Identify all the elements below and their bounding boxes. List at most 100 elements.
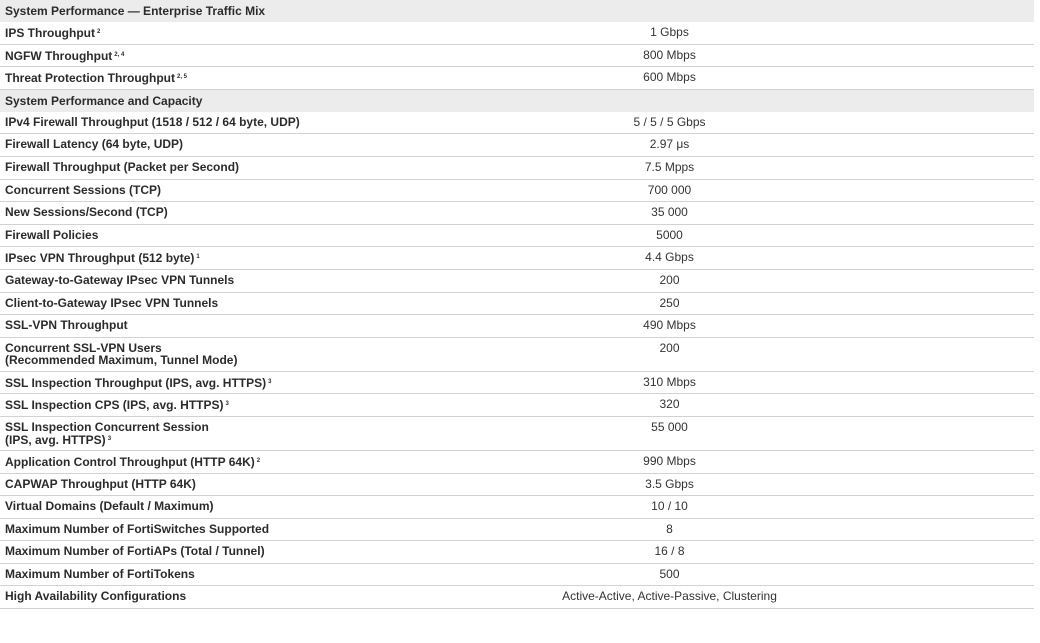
spec-table: System Performance — Enterprise Traffic … (0, 0, 1034, 610)
spec-row: Firewall Latency (64 byte, UDP) 2.97 μs (0, 134, 1034, 157)
spec-label: Threat Protection Throughput 2, 5 (0, 67, 305, 89)
footnote-marker: 1 (196, 254, 200, 261)
spec-label-text: Virtual Domains (Default / Maximum) (5, 499, 214, 514)
spec-value: 320 (659, 397, 680, 412)
spec-value: 490 Mbps (643, 318, 696, 333)
spec-row: Gateway-to-Gateway IPsec VPN Tunnels 200 (0, 270, 1034, 293)
spec-row: SSL Inspection Throughput (IPS, avg. HTT… (0, 372, 1034, 395)
spec-value: 8 (666, 521, 673, 536)
spec-value: 10 / 10 (651, 499, 688, 514)
spec-label-text: IPS Throughput (5, 26, 95, 40)
spec-value: 4.4 Gbps (645, 250, 694, 265)
spec-value: 500 (659, 566, 680, 581)
footnote-marker: 3 (107, 435, 112, 442)
spec-row: SSL Inspection Concurrent Session (IPS, a… (0, 417, 1034, 451)
spec-label-text-line2: (Recommended Maximum, Tunnel Mode) (5, 352, 238, 367)
spec-label: NGFW Throughput 2, 4 (0, 45, 305, 67)
spec-label: Application Control Throughput (HTTP 64K… (0, 451, 305, 473)
spec-label: Maximum Number of FortiTokens (0, 564, 305, 586)
spec-label-text: Gateway-to-Gateway IPsec VPN Tunnels (5, 272, 235, 287)
spec-label: Maximum Number of FortiSwitches Supporte… (0, 519, 305, 541)
spec-value: 2.97 μs (649, 137, 690, 152)
spec-row: Maximum Number of FortiTokens 500 (0, 564, 1034, 587)
spec-label: SSL Inspection CPS (IPS, avg. HTTPS) 3 (0, 394, 305, 416)
spec-label-text: SSL Inspection Concurrent Session (5, 419, 209, 434)
spec-row: New Sessions/Second (TCP) 35 000 (0, 202, 1034, 225)
spec-value: 55 000 (651, 419, 688, 434)
spec-label: High Availability Configurations (0, 586, 305, 608)
spec-value: 3.5 Gbps (645, 476, 694, 491)
spec-value: 700 000 (647, 182, 692, 197)
spec-row: Firewall Throughput (Packet per Second) 7… (0, 157, 1034, 180)
spec-label: New Sessions/Second (TCP) (0, 202, 305, 224)
spec-label-text: SSL Inspection Throughput (IPS, avg. HTT… (5, 375, 267, 390)
spec-label: Concurrent SSL-VPN Users (Recommended Max… (0, 338, 305, 371)
spec-row: Maximum Number of FortiSwitches Supporte… (0, 519, 1034, 542)
spec-label-text: Concurrent Sessions (TCP) (5, 182, 162, 197)
footnote-marker: 2 (96, 29, 101, 35)
spec-label-text: Application Control Throughput (HTTP 64K… (5, 454, 255, 469)
spec-label-text: Firewall Policies (5, 227, 99, 242)
spec-label-text-line2: (IPS, avg. HTTPS) (5, 432, 106, 447)
footnote-marker: 2, 4 (114, 51, 125, 58)
spec-value: 250 (659, 295, 680, 310)
spec-label: IPv4 Firewall Throughput (1518 / 512 / 6… (0, 112, 305, 134)
spec-row: Virtual Domains (Default / Maximum) 10 / … (0, 496, 1034, 519)
section-header: System Performance — Enterprise Traffic … (0, 0, 1034, 22)
spec-value: 200 (659, 272, 680, 287)
spec-row: IPS Throughput 2 1 Gbps (0, 22, 1034, 45)
spec-value: 200 (659, 340, 680, 355)
footnote-marker: 2 (256, 457, 261, 464)
spec-row: IPsec VPN Throughput (512 byte) 1 4.4 Gbps (0, 247, 1034, 270)
spec-label: Firewall Policies (0, 225, 305, 247)
spec-label: Gateway-to-Gateway IPsec VPN Tunnels (0, 270, 305, 292)
spec-value: 1 Gbps (650, 25, 689, 39)
spec-value: 35 000 (651, 205, 688, 220)
spec-label-text: IPv4 Firewall Throughput (1518 / 512 / 6… (5, 114, 300, 129)
spec-row: Client-to-Gateway IPsec VPN Tunnels 250 (0, 293, 1034, 316)
spec-label: SSL-VPN Throughput (0, 315, 305, 337)
spec-label: Firewall Latency (64 byte, UDP) (0, 134, 305, 156)
spec-label: IPS Throughput 2 (0, 22, 305, 44)
spec-label-text: SSL Inspection CPS (IPS, avg. HTTPS) (5, 398, 224, 413)
footnote-marker: 3 (268, 378, 272, 385)
spec-label: Maximum Number of FortiAPs (Total / Tunn… (0, 541, 305, 563)
spec-label: SSL Inspection Concurrent Session (IPS, a… (0, 417, 305, 450)
spec-row: SSL-VPN Throughput 490 Mbps (0, 315, 1034, 338)
footnote-marker: 2, 5 (177, 74, 188, 81)
spec-label-text: New Sessions/Second (TCP) (5, 205, 168, 220)
spec-label-text: Firewall Latency (64 byte, UDP) (5, 137, 184, 152)
spec-label-text: SSL-VPN Throughput (5, 318, 128, 333)
spec-label: Concurrent Sessions (TCP) (0, 180, 305, 202)
spec-label-text: Maximum Number of FortiTokens (5, 566, 195, 581)
spec-value: 7.5 Mpps (644, 159, 695, 174)
spec-row: Application Control Throughput (HTTP 64K… (0, 451, 1034, 474)
spec-label: Virtual Domains (Default / Maximum) (0, 496, 305, 518)
spec-label-text: High Availability Configurations (5, 589, 187, 604)
spec-row: Maximum Number of FortiAPs (Total / Tunn… (0, 541, 1034, 564)
spec-label-text: Firewall Throughput (Packet per Second) (5, 159, 240, 174)
spec-value: 800 Mbps (643, 47, 696, 62)
spec-label-text: IPsec VPN Throughput (512 byte) (5, 251, 195, 266)
spec-row: Firewall Policies 5000 (0, 225, 1034, 248)
spec-label-text: Maximum Number of FortiAPs (Total / Tunn… (5, 544, 265, 559)
spec-label: IPsec VPN Throughput (512 byte) 1 (0, 247, 305, 269)
spec-label: CAPWAP Throughput (HTTP 64K) (0, 474, 305, 496)
footnote-marker: 3 (225, 401, 229, 408)
section-header: System Performance and Capacity (0, 89, 1034, 112)
spec-row: Threat Protection Throughput 2, 5 600 Mbps (0, 67, 1034, 90)
spec-label-text: Threat Protection Throughput (5, 71, 175, 86)
spec-value: 990 Mbps (643, 453, 696, 468)
spec-row: SSL Inspection CPS (IPS, avg. HTTPS) 3 320 (0, 394, 1034, 417)
spec-label-text: Client-to-Gateway IPsec VPN Tunnels (5, 295, 219, 310)
spec-value: 5000 (656, 227, 683, 242)
spec-value: 16 / 8 (654, 544, 685, 559)
spec-value: 5 / 5 / 5 Gbps (633, 114, 706, 129)
spec-row: IPv4 Firewall Throughput (1518 / 512 / 6… (0, 112, 1034, 135)
spec-label: Client-to-Gateway IPsec VPN Tunnels (0, 293, 305, 315)
spec-row: High Availability Configurations Active-A… (0, 586, 1034, 610)
spec-row: Concurrent Sessions (TCP) 700 000 (0, 180, 1034, 203)
spec-label-text: Maximum Number of FortiSwitches Supporte… (5, 521, 270, 536)
spec-label-text: NGFW Throughput (5, 48, 113, 63)
spec-label-text: CAPWAP Throughput (HTTP 64K) (5, 476, 196, 491)
